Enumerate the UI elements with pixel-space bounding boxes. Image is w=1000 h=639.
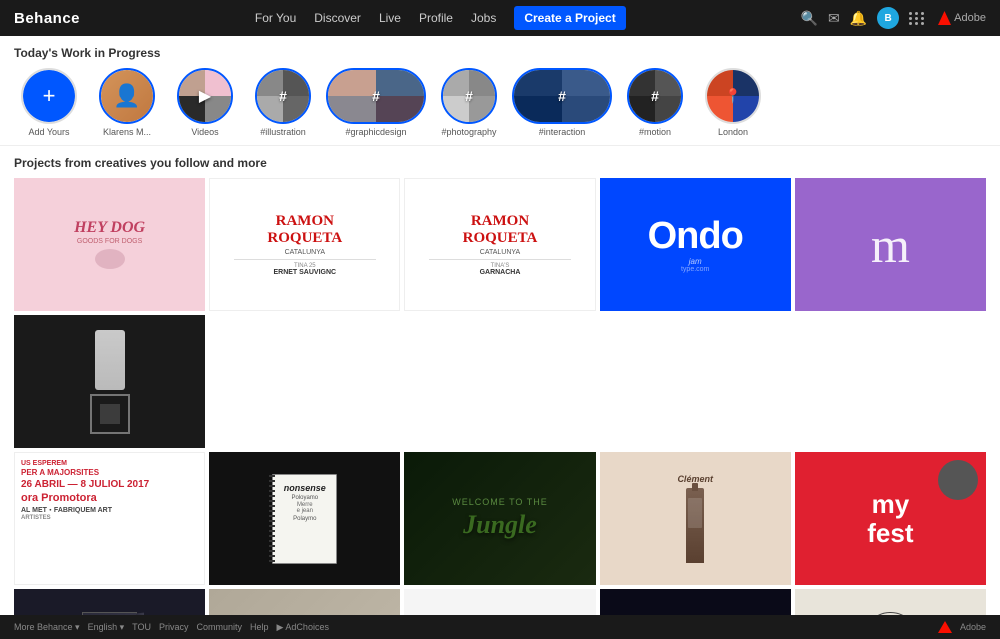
hash-icon-illustration: #: [279, 88, 287, 104]
main-content: Today's Work in Progress + Add Yours 👤 K…: [0, 36, 1000, 615]
story-label-add: Add Yours: [28, 127, 69, 137]
story-label-interaction: #interaction: [539, 127, 586, 137]
ad-choices[interactable]: ▶ AdChoices: [277, 622, 329, 633]
location-icon: 📍: [724, 88, 741, 105]
header: Behance For You Discover Live Profile Jo…: [0, 0, 1000, 36]
story-thumb-interaction: #: [512, 68, 612, 124]
footer-left: More Behance ▾ English ▾ TOU Privacy Com…: [14, 622, 329, 633]
story-label-videos: Videos: [191, 127, 218, 137]
projects-row-2: US ESPEREM PER A MAJORSITES 26 ABRIL — 8…: [14, 452, 986, 585]
nav-jobs[interactable]: Jobs: [471, 11, 496, 25]
language-dropdown[interactable]: English ▾: [88, 622, 125, 633]
footer-community[interactable]: Community: [196, 622, 242, 632]
story-label-photography: #photography: [441, 127, 496, 137]
project-ramon2[interactable]: RAMONROQUETA CATALUNYA TINA'S GARNACHA: [404, 178, 595, 311]
project-orff[interactable]: ORFF E: [404, 589, 595, 615]
more-behance-dropdown[interactable]: More Behance ▾: [14, 622, 80, 633]
story-thumb-klarens: 👤: [99, 68, 155, 124]
adobe-footer-icon: [938, 621, 952, 633]
project-box[interactable]: Johnhdon: [14, 589, 205, 615]
stories-section: Today's Work in Progress + Add Yours 👤 K…: [0, 36, 1000, 146]
projects-title: Projects from creatives you follow and m…: [14, 156, 986, 170]
play-icon: ▶: [199, 86, 211, 106]
mail-icon[interactable]: ✉: [828, 10, 840, 27]
story-label-graphicdesign: #graphicdesign: [345, 127, 406, 137]
story-thumb-videos: ▶: [177, 68, 233, 124]
footer-help[interactable]: Help: [250, 622, 269, 632]
adobe-label: Adobe: [935, 11, 986, 25]
hash-icon-photography: #: [465, 88, 473, 104]
create-project-button[interactable]: Create a Project: [514, 6, 625, 30]
bell-icon[interactable]: 🔔: [850, 10, 867, 27]
project-mlogo[interactable]: m: [795, 178, 986, 311]
project-ramon1[interactable]: RAMONROQUETA CATALUNYA TINA 25 ERNET SAU…: [209, 178, 400, 311]
project-clement[interactable]: Clément: [600, 452, 791, 585]
nav-live[interactable]: Live: [379, 11, 401, 25]
search-icon[interactable]: 🔍: [801, 10, 818, 27]
footer-tou[interactable]: TOU: [132, 622, 151, 632]
footer-privacy[interactable]: Privacy: [159, 622, 189, 632]
project-heydog[interactable]: HEY DOG GOODS FOR DOGS: [14, 178, 205, 311]
story-photography[interactable]: # #photography: [434, 68, 504, 137]
projects-grid: HEY DOG GOODS FOR DOGS RAMONROQUETA CATA…: [14, 178, 986, 615]
logo: Behance: [14, 10, 80, 27]
story-interaction[interactable]: # #interaction: [512, 68, 612, 137]
story-thumb-london: 📍: [705, 68, 761, 124]
stories-title: Today's Work in Progress: [14, 46, 986, 60]
stories-row: + Add Yours 👤 Klarens M...: [14, 68, 986, 137]
projects-row-1: HEY DOG GOODS FOR DOGS RAMONROQUETA CATA…: [14, 178, 986, 448]
story-motion[interactable]: # #motion: [620, 68, 690, 137]
nav-discover[interactable]: Discover: [314, 11, 361, 25]
story-label-london: London: [718, 127, 748, 137]
project-felix[interactable]: FELIX FELIX: [795, 589, 986, 615]
footer-adobe-label: Adobe: [960, 622, 986, 632]
story-label-illustration: #illustration: [260, 127, 306, 137]
story-thumb-graphicdesign: #: [326, 68, 426, 124]
nav-profile[interactable]: Profile: [419, 11, 453, 25]
project-barcelona[interactable]: US ESPEREM PER A MAJORSITES 26 ABRIL — 8…: [14, 452, 205, 585]
project-ondo[interactable]: Ondo jam type.com: [600, 178, 791, 311]
story-illustration[interactable]: # #illustration: [248, 68, 318, 137]
project-photocity[interactable]: FESTIVAL: [209, 589, 400, 615]
story-thumb-illustration: #: [255, 68, 311, 124]
story-videos[interactable]: ▶ Videos: [170, 68, 240, 137]
project-myfest[interactable]: myfest: [795, 452, 986, 585]
projects-row-3: Johnhdon FESTIVAL ORFF E: [14, 589, 986, 615]
story-add[interactable]: + Add Yours: [14, 68, 84, 137]
apps-icon[interactable]: [909, 12, 925, 25]
add-story-button[interactable]: +: [23, 70, 75, 122]
footer-right: Adobe: [938, 621, 986, 633]
project-nonsense[interactable]: nonsense Poloyamo Merre e jean Polaymo: [209, 452, 400, 585]
hash-icon-interaction: #: [558, 88, 566, 104]
story-thumb-photography: #: [441, 68, 497, 124]
project-portfolio[interactable]: PRESENTING -Portfolio 2.0: [600, 589, 791, 615]
story-thumb-motion: #: [627, 68, 683, 124]
footer: More Behance ▾ English ▾ TOU Privacy Com…: [0, 615, 1000, 639]
hash-icon-motion: #: [651, 88, 659, 104]
project-jungle[interactable]: WELCOME TO THE Jungle: [404, 452, 595, 585]
header-right: 🔍 ✉ 🔔 B Adobe: [801, 7, 986, 29]
hash-icon-graphicdesign: #: [372, 88, 380, 104]
story-label-klarens: Klarens M...: [103, 127, 151, 137]
avatar[interactable]: B: [877, 7, 899, 29]
story-label-motion: #motion: [639, 127, 671, 137]
nav-for-you[interactable]: For You: [255, 11, 296, 25]
story-graphicdesign[interactable]: # #graphicdesign: [326, 68, 426, 137]
story-london[interactable]: 📍 London: [698, 68, 768, 137]
project-camera[interactable]: [14, 315, 205, 448]
nav: For You Discover Live Profile Jobs Creat…: [255, 6, 626, 30]
story-klarens[interactable]: 👤 Klarens M...: [92, 68, 162, 137]
projects-section: Projects from creatives you follow and m…: [0, 146, 1000, 615]
